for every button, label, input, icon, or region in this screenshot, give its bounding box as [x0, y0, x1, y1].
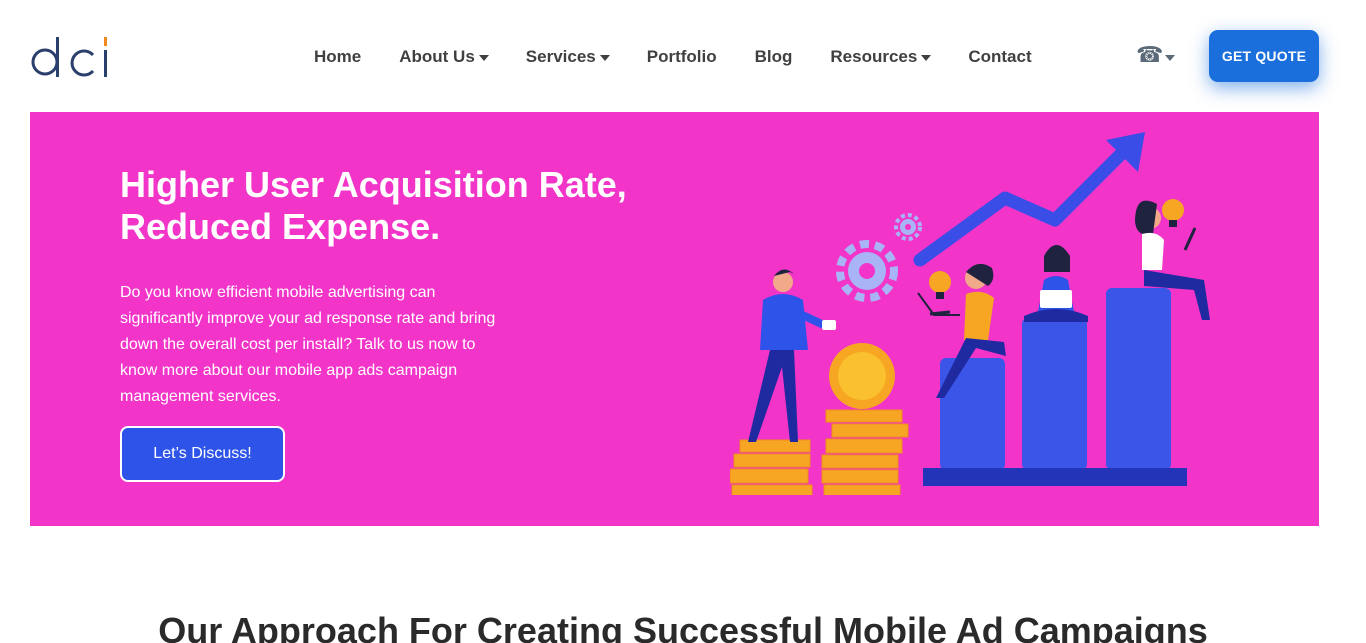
phone-dropdown[interactable]: ☎ — [1136, 42, 1176, 67]
site-header: Home About Us Services Portfolio Blog Re… — [0, 0, 1366, 112]
nav-portfolio-label: Portfolio — [646, 47, 717, 66]
caret-down-icon — [1165, 55, 1176, 61]
nav-blog[interactable]: Blog — [755, 47, 793, 67]
section-title: Our Approach For Creating Successful Mob… — [158, 610, 1208, 643]
lets-discuss-button[interactable]: Let’s Discuss! — [120, 426, 285, 482]
hero-title-line1: Higher User Acquisition Rate, — [120, 164, 627, 205]
caret-down-icon — [599, 54, 610, 61]
nav-resources[interactable]: Resources — [830, 47, 932, 67]
growth-illustration — [730, 132, 1210, 495]
nav-blog-label: Blog — [754, 47, 793, 66]
nav-resources-label: Resources — [830, 47, 918, 66]
nav-about-us-label: About Us — [399, 47, 475, 66]
nav-home-label: Home — [314, 47, 362, 66]
nav-contact-label: Contact — [968, 47, 1032, 66]
caret-down-icon — [921, 54, 932, 61]
nav-portfolio[interactable]: Portfolio — [647, 47, 717, 67]
main-nav: Home About Us Services Portfolio Blog Re… — [314, 46, 1032, 68]
hero-title: Higher User Acquisition Rate, Reduced Ex… — [120, 164, 680, 248]
nav-about-us[interactable]: About Us — [399, 47, 489, 67]
get-quote-button[interactable]: GET QUOTE — [1209, 30, 1319, 82]
caret-down-icon — [478, 54, 489, 61]
hero-description: Do you know efficient mobile advertising… — [120, 284, 496, 405]
nav-services-label: Services — [525, 47, 596, 66]
hero-title-line2: Reduced Expense. — [120, 206, 441, 247]
dci-logo[interactable] — [30, 33, 112, 79]
nav-contact[interactable]: Contact — [968, 47, 1031, 67]
hero-banner: Higher User Acquisition Rate, Reduced Ex… — [30, 112, 1319, 526]
nav-services[interactable]: Services — [526, 47, 610, 67]
phone-icon: ☎ — [1136, 42, 1164, 67]
nav-home[interactable]: Home — [314, 47, 361, 67]
